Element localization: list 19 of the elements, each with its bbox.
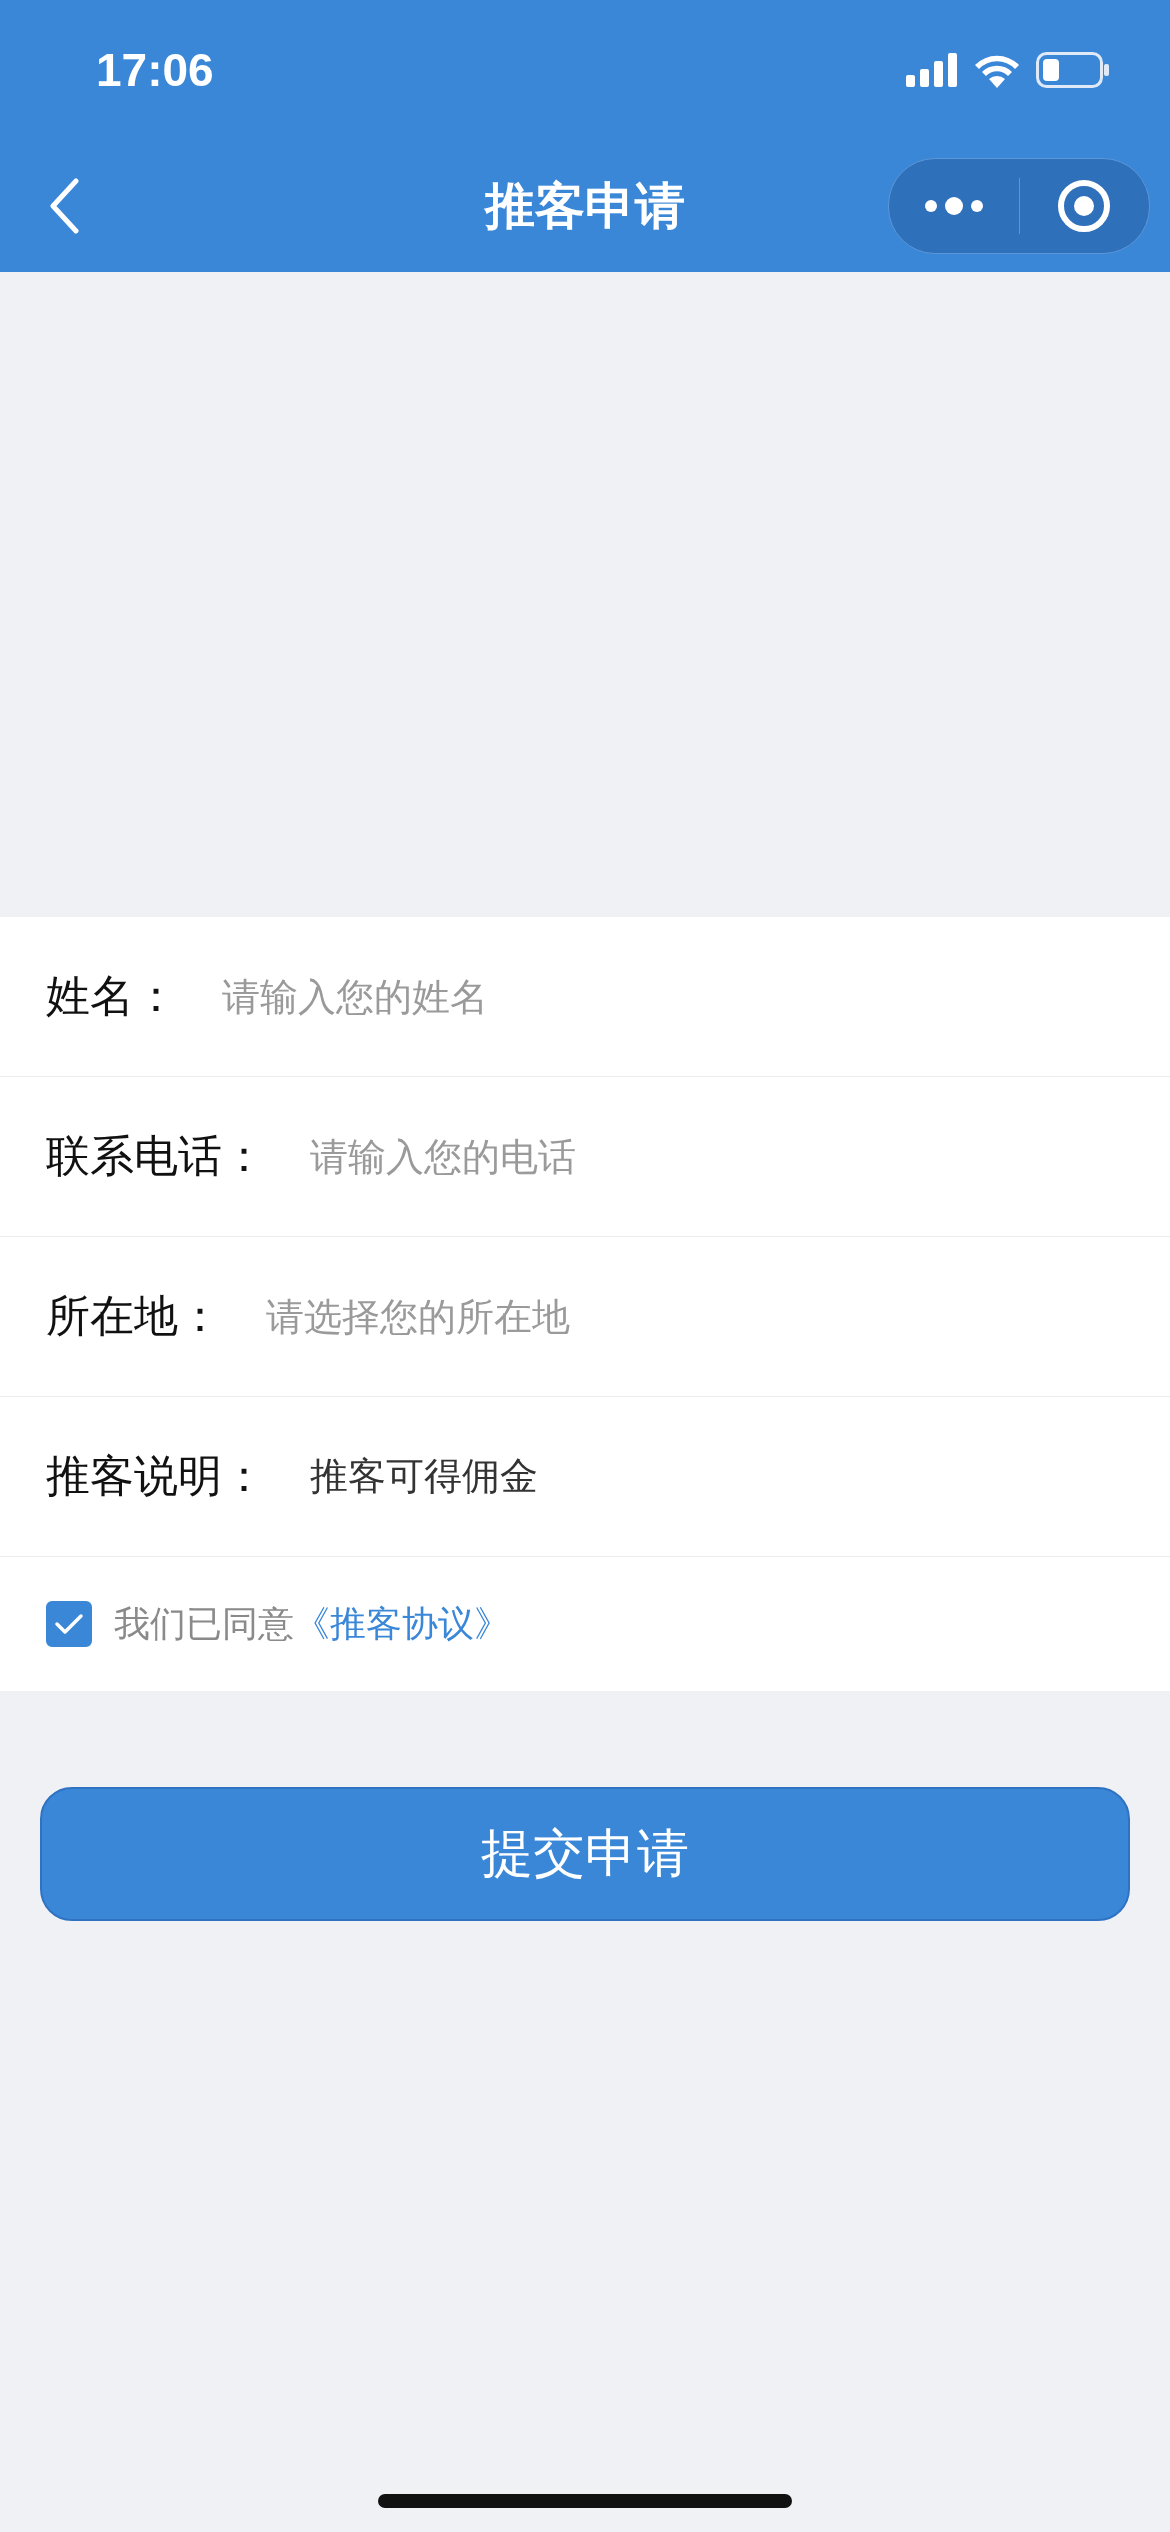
- field-label: 推客说明：: [46, 1449, 266, 1503]
- more-icon[interactable]: [922, 196, 985, 216]
- signal-icon: [906, 53, 958, 87]
- field-label: 姓名：: [46, 969, 178, 1023]
- input-field[interactable]: 请输入您的姓名: [222, 974, 1170, 1019]
- status-time: 17:06: [96, 43, 214, 97]
- agreement-link[interactable]: 《推客协议》: [294, 1602, 510, 1644]
- check-icon: [54, 1613, 84, 1635]
- page-title: 推客申请: [485, 175, 685, 237]
- field-label: 所在地：: [46, 1289, 222, 1343]
- input-field[interactable]: 推客可得佣金: [310, 1454, 1170, 1499]
- agreement-checkbox[interactable]: [46, 1601, 92, 1647]
- field-label: 联系电话：: [46, 1129, 266, 1183]
- submit-button[interactable]: 提交申请: [40, 1787, 1130, 1921]
- input-field[interactable]: 请输入您的电话: [310, 1134, 1170, 1179]
- back-icon[interactable]: [48, 178, 80, 234]
- battery-icon: [1036, 52, 1110, 88]
- agreement-text: 我们已同意《推客协议》: [114, 1601, 510, 1646]
- input-field[interactable]: 请选择您的所在地: [266, 1294, 1170, 1339]
